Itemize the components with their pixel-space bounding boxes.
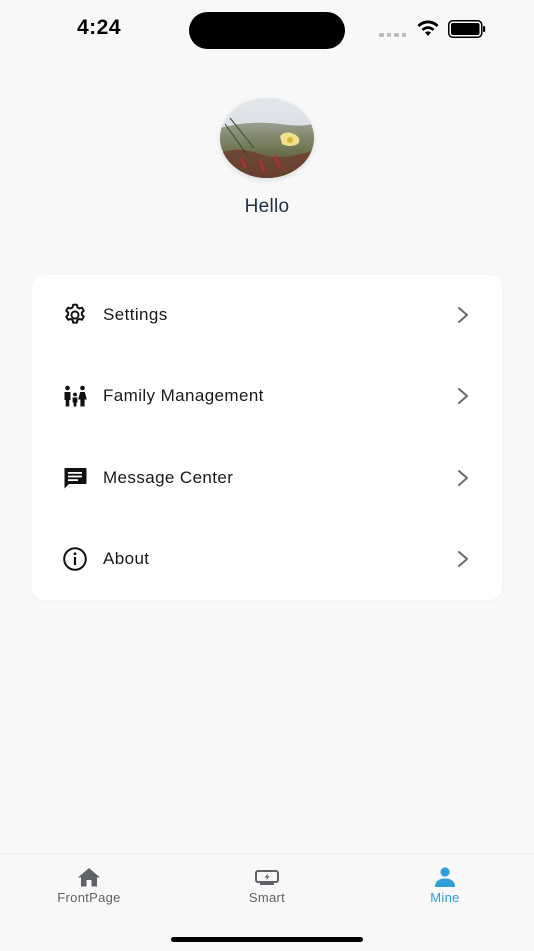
tab-smart[interactable]: Smart: [207, 866, 327, 910]
menu-item-family-management[interactable]: Family Management: [32, 356, 502, 437]
smart-device-icon: [255, 870, 279, 885]
avatar-photo: [220, 98, 314, 178]
greeting-text: Hello: [244, 196, 290, 217]
cellular-signal-icon: [379, 33, 407, 37]
person-icon: [435, 867, 455, 887]
chevron-right-icon: [458, 307, 468, 323]
tab-label: Smart: [248, 890, 286, 905]
menu-item-message-center[interactable]: Message Center: [32, 438, 502, 519]
info-icon: [63, 547, 87, 571]
chevron-right-icon: [458, 470, 468, 486]
menu-item-label: Settings: [103, 305, 168, 324]
menu-item-label: Message Center: [103, 468, 234, 487]
status-time: 4:24: [77, 16, 122, 39]
chevron-right-icon: [458, 388, 468, 404]
menu-item-label: Family Management: [103, 386, 264, 405]
home-indicator: [171, 937, 363, 942]
gear-icon: [65, 303, 85, 324]
menu-item-about[interactable]: About: [32, 519, 502, 600]
battery-icon: [448, 20, 486, 38]
chevron-right-icon: [458, 551, 468, 567]
tab-mine[interactable]: Mine: [385, 866, 505, 910]
menu-item-label: About: [103, 549, 150, 568]
home-icon: [78, 868, 100, 887]
dynamic-island: [189, 12, 345, 49]
tab-label: Mine: [430, 890, 460, 905]
family-icon: [64, 385, 87, 407]
wifi-icon: [417, 20, 439, 36]
menu-item-settings[interactable]: Settings: [32, 275, 502, 356]
tab-frontpage[interactable]: FrontPage: [29, 866, 149, 910]
tab-label: FrontPage: [57, 890, 121, 905]
avatar[interactable]: [220, 98, 314, 178]
message-icon: [64, 468, 87, 489]
menu-card: Settings Family Management Message Cente…: [32, 275, 502, 600]
status-bar: 4:24: [0, 0, 534, 60]
